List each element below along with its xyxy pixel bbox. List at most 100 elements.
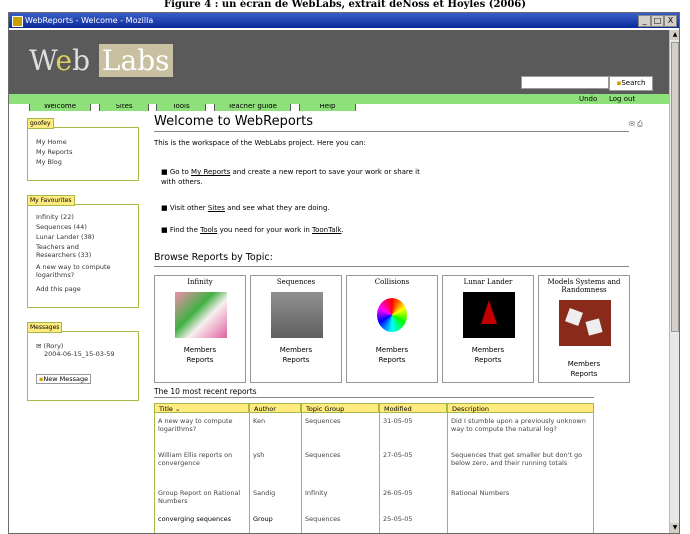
table-border xyxy=(593,403,594,533)
print-icon[interactable]: ⎙ xyxy=(637,120,643,128)
report-author: ysh xyxy=(253,451,265,459)
col-title[interactable]: Title ⌄ xyxy=(154,403,249,413)
report-modified: 26-05-05 xyxy=(383,489,413,497)
topic-card-infinity[interactable]: Infinity Members Reports xyxy=(154,275,246,383)
fav-new-way[interactable]: A new way to compute xyxy=(36,263,111,271)
fav-logarithms[interactable]: logarithms? xyxy=(36,271,74,279)
report-author: Sandig xyxy=(253,489,276,497)
report-title-link[interactable]: Group Report on Rational Numbers xyxy=(154,489,249,505)
my-reports-link[interactable]: My Reports xyxy=(36,148,72,156)
die-icon xyxy=(585,318,603,336)
scroll-up-icon[interactable]: ▲ xyxy=(670,30,679,40)
browser-window: WebReports - Welcome - Mozilla _ □ X Web… xyxy=(8,12,680,534)
topic-name: Models Systems and Randomness xyxy=(547,278,621,294)
email-page-icon[interactable]: ✉ xyxy=(629,120,635,128)
report-modified: 25-05-05 xyxy=(383,515,413,523)
page-tools: ✉ ⎙ xyxy=(629,120,643,129)
toontalk-inline-link[interactable]: ToonTalk xyxy=(312,226,342,234)
topic-card-models[interactable]: Models Systems and Randomness Members Re… xyxy=(538,275,630,383)
message-item[interactable]: ✉ (Rory) xyxy=(36,342,63,350)
my-home-link[interactable]: My Home xyxy=(36,138,67,146)
envelope-icon: ✉ xyxy=(36,342,42,350)
minimize-button[interactable]: _ xyxy=(638,15,651,27)
members-link[interactable]: Members xyxy=(347,346,437,354)
dice-image[interactable] xyxy=(559,300,611,346)
browse-heading: Browse Reports by Topic: xyxy=(154,252,273,263)
topic-name: Collisions xyxy=(374,278,410,286)
my-reports-inline-link[interactable]: My Reports xyxy=(191,168,230,176)
maximize-button[interactable]: □ xyxy=(651,15,664,27)
reports-link[interactable]: Reports xyxy=(539,370,629,378)
fav-lunar-lander[interactable]: Lunar Lander (38) xyxy=(36,233,94,241)
topic-card-sequences[interactable]: Sequences Members Reports xyxy=(250,275,342,383)
fav-sequences[interactable]: Sequences (44) xyxy=(36,223,87,231)
members-link[interactable]: Members xyxy=(443,346,533,354)
close-button[interactable]: X xyxy=(664,15,677,27)
report-author: Group xyxy=(253,515,273,523)
lunar-lander-image[interactable] xyxy=(463,292,515,338)
members-link[interactable]: Members xyxy=(539,360,629,368)
sort-arrow-icon: ⌄ xyxy=(175,405,181,413)
collisions-image[interactable] xyxy=(367,292,419,338)
sites-inline-link[interactable]: Sites xyxy=(208,204,225,212)
messages-box: Messages ✉ (Rory) 2004-06-15_15-03-59 ▪N… xyxy=(27,322,139,401)
reports-link[interactable]: Reports xyxy=(347,356,437,364)
reports-link[interactable]: Reports xyxy=(251,356,341,364)
new-message-label: New Message xyxy=(43,375,89,383)
members-link[interactable]: Members xyxy=(155,346,245,354)
logout-link[interactable]: Log out xyxy=(609,94,635,104)
bullet-text: Go to xyxy=(169,168,192,176)
reports-link[interactable]: Reports xyxy=(155,356,245,364)
report-title-link[interactable]: William Ellis reports on convergence xyxy=(154,451,249,467)
col-modified[interactable]: Modified xyxy=(379,403,447,413)
report-title-link[interactable]: converging sequences xyxy=(154,515,249,523)
logo-e: e xyxy=(55,44,73,77)
sequences-image[interactable] xyxy=(271,292,323,338)
my-blog-link[interactable]: My Blog xyxy=(36,158,62,166)
col-description[interactable]: Description xyxy=(447,403,594,413)
figure-caption: Figure 4 : un écran de WebLabs, extrait … xyxy=(163,0,527,10)
die-icon xyxy=(565,308,583,326)
report-title-link[interactable]: A new way to compute logarithms? xyxy=(154,417,249,433)
fav-researchers[interactable]: Researchers (33) xyxy=(36,251,91,259)
logo-w: W xyxy=(29,44,56,77)
search-input[interactable] xyxy=(521,76,609,89)
reports-link[interactable]: Reports xyxy=(443,356,533,364)
topic-name: Sequences xyxy=(276,278,316,286)
vertical-scrollbar[interactable]: ▲ ▼ xyxy=(669,30,679,533)
recent-reports-heading: The 10 most recent reports xyxy=(154,387,257,396)
col-title-label: Title xyxy=(159,405,173,413)
report-modified: 31-05-05 xyxy=(383,417,413,425)
report-topic: Sequences xyxy=(305,417,341,425)
favourites-box-title: My Favourites xyxy=(27,195,75,206)
report-description: Rational Numbers xyxy=(451,489,510,497)
new-message-button[interactable]: ▪New Message xyxy=(36,374,92,384)
topic-card-collisions[interactable]: Collisions Members Reports xyxy=(346,275,438,383)
search-button[interactable]: ▪Search xyxy=(609,76,653,91)
bullet-text: Visit other xyxy=(169,204,208,212)
topic-card-lunar-lander[interactable]: Lunar Lander Members Reports xyxy=(442,275,534,383)
members-link[interactable]: Members xyxy=(251,346,341,354)
report-modified: 27-05-05 xyxy=(383,451,413,459)
topic-name: Lunar Lander xyxy=(463,278,513,286)
favourites-box: My Favourites Infinity (22) Sequences (4… xyxy=(27,195,139,308)
col-author[interactable]: Author xyxy=(249,403,301,413)
add-this-page-link[interactable]: Add this page xyxy=(36,285,81,293)
infinity-fractal-image[interactable] xyxy=(175,292,227,338)
weblabs-logo[interactable]: Web Labs xyxy=(29,44,173,77)
report-topic: Sequences xyxy=(305,451,341,459)
undo-link[interactable]: Undo xyxy=(579,94,597,104)
search-button-label: Search xyxy=(621,79,646,87)
col-topic-group[interactable]: Topic Group xyxy=(301,403,379,413)
report-description: Sequences that get smaller but don't go … xyxy=(451,451,583,467)
nav-green-bar: Undo Log out xyxy=(9,94,669,104)
fav-infinity[interactable]: Infinity (22) xyxy=(36,213,74,221)
bullet-text: and see what they are doing. xyxy=(224,204,330,212)
bullet-text: Find the xyxy=(169,226,201,234)
logo-labs: Labs xyxy=(98,44,173,77)
intro-text: This is the workspace of the WebLabs pro… xyxy=(154,139,366,147)
tools-inline-link[interactable]: Tools xyxy=(200,226,217,234)
fav-teachers[interactable]: Teachers and xyxy=(36,243,79,251)
topic-name: Infinity xyxy=(187,278,213,286)
scroll-thumb[interactable] xyxy=(671,42,679,332)
